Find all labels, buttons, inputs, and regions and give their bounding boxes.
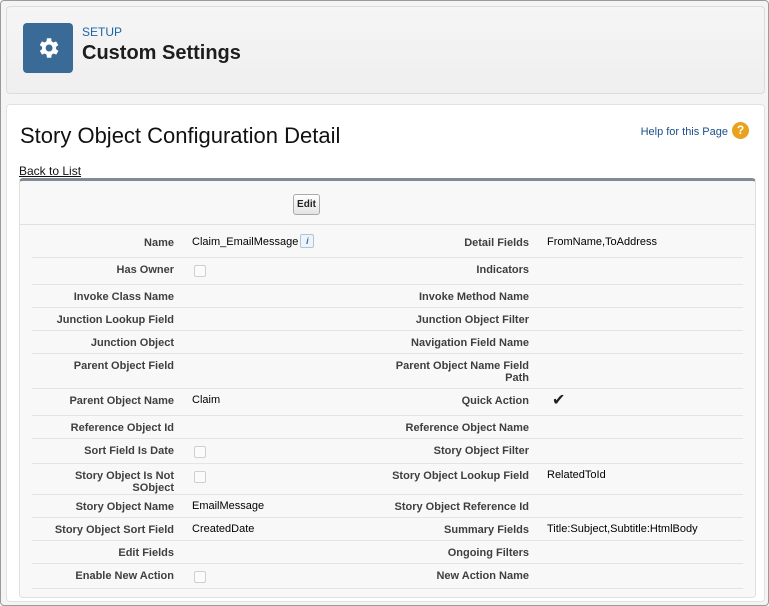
checkmark-icon: ✔ <box>552 391 566 409</box>
field-label: Story Object Name <box>32 494 190 518</box>
detail-block: Edit Name Claim_EmailMessage i Detail Fie… <box>19 178 756 598</box>
field-value <box>545 540 743 564</box>
field-label: Story Object Reference Id <box>390 494 545 518</box>
table-row: Parent Object Name Claim Quick Action ✔ <box>32 388 743 416</box>
table-row: Story Object Sort Field CreatedDate Summ… <box>32 517 743 541</box>
field-value <box>190 415 390 439</box>
field-value <box>190 257 390 285</box>
table-row: Junction Object Navigation Field Name <box>32 330 743 354</box>
field-label: Detail Fields <box>390 231 545 258</box>
name-value: Claim_EmailMessage <box>192 236 299 248</box>
help-icon[interactable]: ? <box>732 122 749 139</box>
field-value <box>545 415 743 439</box>
field-value: RelatedToId <box>545 463 743 495</box>
field-label: Story Object Filter <box>390 438 545 464</box>
field-value: Title:Subject,Subtitle:HtmlBody <box>545 517 743 541</box>
field-label: Edit Fields <box>32 540 190 564</box>
field-value: ✔ <box>545 388 743 416</box>
field-value <box>190 284 390 308</box>
field-label: Parent Object Field <box>32 353 190 389</box>
table-row: Has Owner Indicators <box>32 257 743 285</box>
field-label: Navigation Field Name <box>390 330 545 354</box>
table-row: Story Object Is Not SObject Story Object… <box>32 463 743 495</box>
field-label: Quick Action <box>390 388 545 416</box>
field-value <box>190 438 390 464</box>
table-row: Edit Fields Ongoing Filters <box>32 540 743 564</box>
field-label: Name <box>32 231 190 258</box>
enable-new-action-checkbox <box>194 570 206 583</box>
field-label: Ongoing Filters <box>390 540 545 564</box>
field-label: Reference Object Name <box>390 415 545 439</box>
field-label: Reference Object Id <box>32 415 190 439</box>
gear-icon <box>23 23 73 73</box>
field-label: Parent Object Name Field Path <box>390 353 545 389</box>
field-value <box>190 330 390 354</box>
field-label: Invoke Method Name <box>390 284 545 308</box>
main-content: Story Object Configuration Detail Help f… <box>6 104 765 602</box>
button-row: Edit <box>20 181 755 225</box>
field-value <box>545 563 743 589</box>
field-value <box>545 330 743 354</box>
table-row: Story Object Name EmailMessage Story Obj… <box>32 494 743 518</box>
field-value <box>545 353 743 389</box>
field-value <box>190 353 390 389</box>
info-icon[interactable]: i <box>300 234 315 248</box>
setup-title: Custom Settings <box>82 42 241 64</box>
field-value <box>190 563 390 589</box>
field-value: EmailMessage <box>190 494 390 518</box>
field-label: Parent Object Name <box>32 388 190 416</box>
field-value <box>545 307 743 331</box>
page-title: Story Object Configuration Detail <box>20 123 341 148</box>
field-value <box>545 494 743 518</box>
edit-button[interactable]: Edit <box>293 194 320 215</box>
field-label: Story Object Sort Field <box>32 517 190 541</box>
field-label: Enable New Action <box>32 563 190 589</box>
table-row: Name Claim_EmailMessage i Detail Fields F… <box>32 231 743 258</box>
table-row: Junction Lookup Field Junction Object Fi… <box>32 307 743 331</box>
table-row: Invoke Class Name Invoke Method Name <box>32 284 743 308</box>
field-value <box>545 257 743 285</box>
field-value: Claim_EmailMessage i <box>190 231 390 258</box>
back-to-list-link[interactable]: Back to List <box>19 164 81 178</box>
detail-table: Name Claim_EmailMessage i Detail Fields F… <box>32 231 743 589</box>
field-value <box>190 307 390 331</box>
field-value: CreatedDate <box>190 517 390 541</box>
field-value <box>545 438 743 464</box>
field-label: Sort Field Is Date <box>32 438 190 464</box>
field-label: Junction Lookup Field <box>32 307 190 331</box>
sort-is-date-checkbox <box>194 445 206 458</box>
field-label: Summary Fields <box>390 517 545 541</box>
window-frame: SETUP Custom Settings Story Object Confi… <box>0 0 769 606</box>
field-label: Story Object Is Not SObject <box>32 463 190 495</box>
setup-header: SETUP Custom Settings <box>6 6 765 94</box>
field-value: FromName,ToAddress <box>545 231 743 258</box>
has-owner-checkbox <box>194 264 206 277</box>
table-row: Sort Field Is Date Story Object Filter <box>32 438 743 464</box>
table-row: Enable New Action New Action Name <box>32 563 743 589</box>
field-label: Story Object Lookup Field <box>390 463 545 495</box>
field-value <box>190 540 390 564</box>
field-label: Junction Object <box>32 330 190 354</box>
help-link[interactable]: Help for this Page <box>641 126 728 138</box>
table-row: Reference Object Id Reference Object Nam… <box>32 415 743 439</box>
field-value <box>190 463 390 495</box>
field-label: New Action Name <box>390 563 545 589</box>
field-label: Junction Object Filter <box>390 307 545 331</box>
field-label: Invoke Class Name <box>32 284 190 308</box>
table-row: Parent Object Field Parent Object Name F… <box>32 353 743 389</box>
setup-kicker: SETUP <box>82 25 123 39</box>
field-label: Has Owner <box>32 257 190 285</box>
field-value: Claim <box>190 388 390 416</box>
field-label: Indicators <box>390 257 545 285</box>
field-value <box>545 284 743 308</box>
not-sobject-checkbox <box>194 470 206 483</box>
